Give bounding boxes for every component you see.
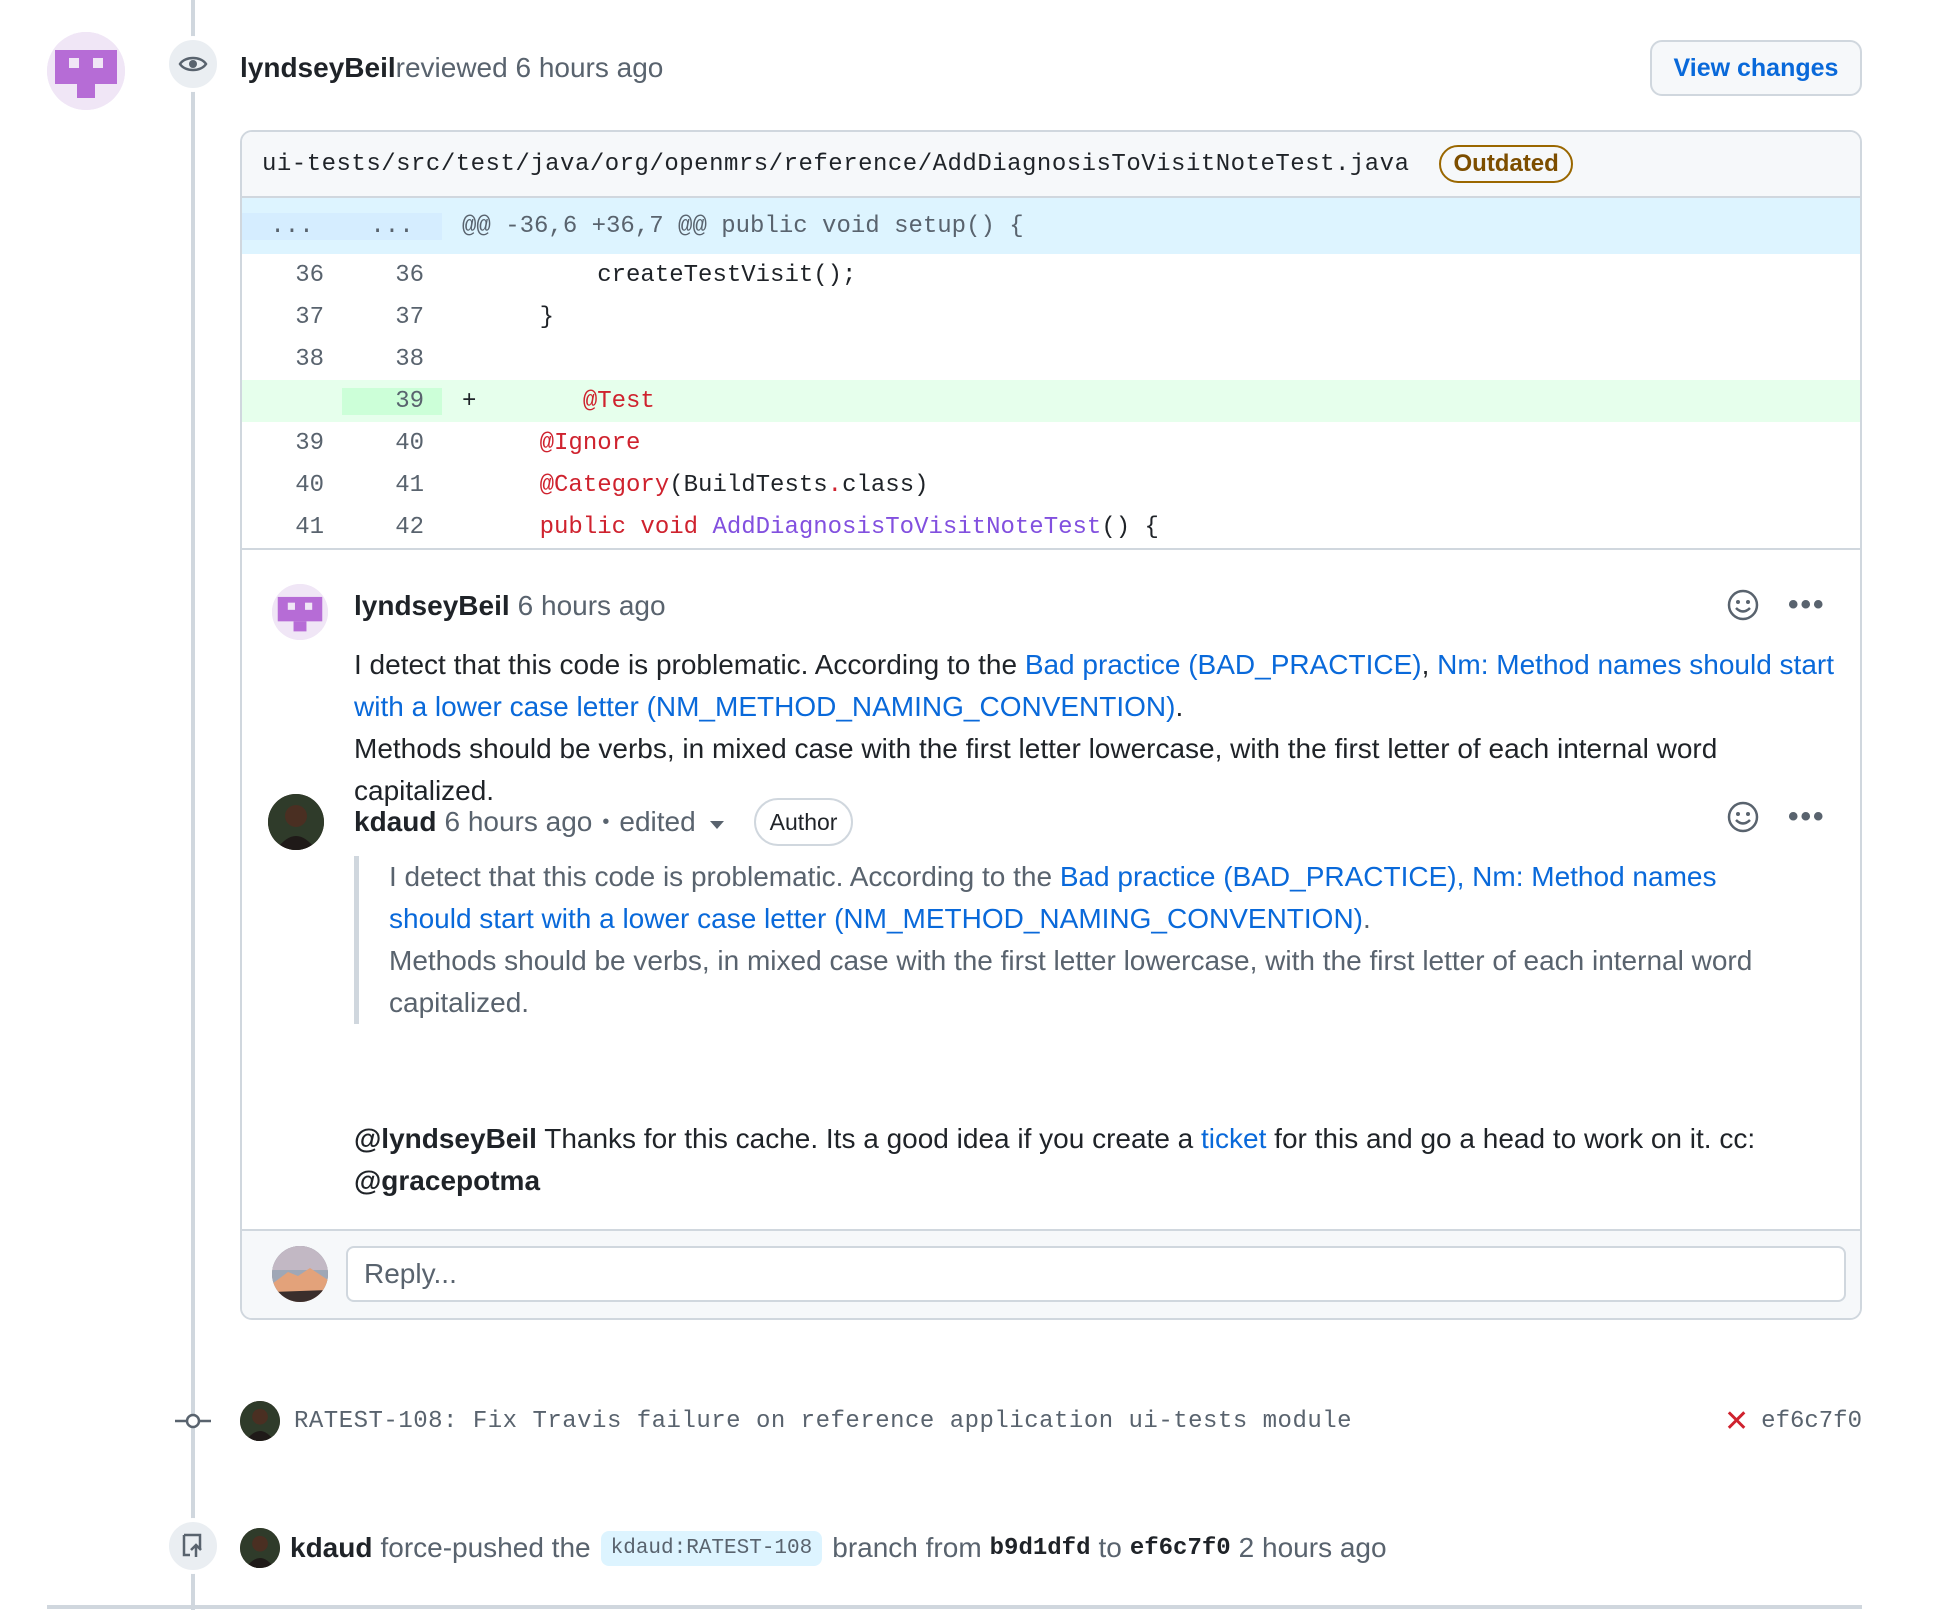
- timeline-divider: [47, 1605, 1862, 1609]
- code-text: createTestVisit();: [482, 261, 857, 289]
- code-text: }: [482, 303, 555, 331]
- line-marker: +: [462, 387, 477, 415]
- pusher-avatar[interactable]: [240, 1528, 280, 1568]
- to-sha[interactable]: ef6c7f0: [1130, 1535, 1231, 1562]
- more-options-icon[interactable]: •••: [1788, 590, 1826, 620]
- old-line-number[interactable]: 36: [242, 262, 342, 289]
- commit-author-avatar[interactable]: [240, 1401, 280, 1441]
- reply-bar: Reply...: [242, 1229, 1860, 1318]
- new-line-number[interactable]: 38: [342, 346, 442, 373]
- mention-link[interactable]: @lyndseyBeil: [354, 1123, 537, 1154]
- push-time[interactable]: 2 hours ago: [1239, 1532, 1387, 1564]
- comments-section: lyndseyBeil 6 hours ago ••• I detect that…: [242, 548, 1860, 1228]
- force-push-badge: [165, 1518, 221, 1574]
- diff-line: 40 41 @Category(BuildTests.class): [242, 464, 1860, 506]
- timeline-line: [191, 0, 195, 1610]
- review-author[interactable]: lyndseyBeil: [240, 52, 396, 83]
- reply-input[interactable]: Reply...: [346, 1246, 1846, 1302]
- failure-x-icon[interactable]: ✕: [1724, 1404, 1749, 1439]
- review-header: lyndseyBeilreviewed 6 hours ago: [240, 48, 663, 88]
- review-time[interactable]: 6 hours ago: [515, 52, 663, 83]
- commit-node: [165, 1393, 221, 1449]
- comment-time[interactable]: 6 hours ago: [444, 802, 592, 842]
- comment-author[interactable]: lyndseyBeil: [354, 586, 510, 626]
- git-commit-icon: [175, 1413, 211, 1429]
- new-line-number[interactable]: 42: [342, 514, 442, 541]
- more-options-icon[interactable]: •••: [1788, 802, 1826, 832]
- file-path[interactable]: ui-tests/src/test/java/org/openmrs/refer…: [262, 151, 1409, 178]
- from-sha[interactable]: b9d1dfd: [990, 1535, 1091, 1562]
- comment-avatar[interactable]: [268, 794, 324, 850]
- mention-link[interactable]: @gracepotma: [354, 1165, 540, 1196]
- code-text: @Ignore: [482, 429, 641, 457]
- diff-line: 37 37 }: [242, 296, 1860, 338]
- new-line-number[interactable]: 41: [342, 472, 442, 499]
- old-line-number[interactable]: 37: [242, 304, 342, 331]
- author-badge: Author: [753, 798, 854, 846]
- outdated-badge: Outdated: [1439, 145, 1573, 183]
- old-line-number[interactable]: 39: [242, 430, 342, 457]
- diff-line: 41 42 public void AddDiagnosisToVisitNot…: [242, 506, 1860, 548]
- diff-line: 36 36 createTestVisit();: [242, 254, 1860, 296]
- user-photo-icon: [240, 1401, 280, 1441]
- identicon-icon: [272, 584, 328, 640]
- expand-down[interactable]: ...: [342, 212, 442, 240]
- file-header: ui-tests/src/test/java/org/openmrs/refer…: [242, 132, 1860, 198]
- comment-avatar[interactable]: [272, 584, 328, 640]
- diff-line-added: 39 + @Test: [242, 380, 1860, 422]
- diff-line: 39 40 @Ignore: [242, 422, 1860, 464]
- review-action: reviewed: [395, 52, 508, 83]
- repo-push-icon: [182, 1533, 202, 1557]
- commit-message[interactable]: RATEST-108: Fix Travis failure on refere…: [294, 1408, 1352, 1435]
- pusher-name[interactable]: kdaud: [290, 1532, 372, 1564]
- new-line-number[interactable]: 39: [342, 387, 442, 415]
- commit-sha[interactable]: ef6c7f0: [1761, 1408, 1862, 1435]
- current-user-avatar[interactable]: [272, 1246, 328, 1302]
- diff-line: 38 38: [242, 338, 1860, 380]
- code-text: @Test: [496, 387, 655, 415]
- separator-dot: •: [602, 811, 610, 833]
- chevron-down-icon[interactable]: [709, 821, 724, 829]
- user-photo-icon: [268, 794, 324, 850]
- branch-label[interactable]: kdaud:RATEST-108: [600, 1530, 823, 1566]
- edited-dropdown[interactable]: edited: [619, 802, 695, 842]
- old-line-number[interactable]: 38: [242, 346, 342, 373]
- old-line-number[interactable]: 40: [242, 472, 342, 499]
- expand-up[interactable]: ...: [242, 212, 342, 240]
- new-line-number[interactable]: 36: [342, 262, 442, 289]
- eye-icon: [178, 56, 208, 72]
- comment-body: @lyndseyBeil Thanks for this cache. Its …: [354, 1123, 1756, 1196]
- reviewer-avatar[interactable]: [47, 32, 125, 110]
- comment-time[interactable]: 6 hours ago: [518, 586, 666, 626]
- comment-header: kdaud 6 hours ago • edited Author: [354, 798, 854, 846]
- comment-actions: •••: [1726, 800, 1826, 834]
- review-thread: ui-tests/src/test/java/org/openmrs/refer…: [240, 130, 1862, 1320]
- comment-author[interactable]: kdaud: [354, 802, 436, 842]
- comment-header: lyndseyBeil 6 hours ago: [354, 586, 666, 626]
- hunk-header: @@ -36,6 +36,7 @@ public void setup() {: [462, 212, 1024, 240]
- review-event-badge: [165, 36, 221, 92]
- commit-row: RATEST-108: Fix Travis failure on refere…: [240, 1396, 1862, 1446]
- new-line-number[interactable]: 37: [342, 304, 442, 331]
- new-line-number[interactable]: 40: [342, 430, 442, 457]
- old-line-number[interactable]: 41: [242, 514, 342, 541]
- commit-status: ✕ ef6c7f0: [1724, 1404, 1862, 1439]
- ticket-link[interactable]: ticket: [1201, 1123, 1266, 1154]
- comment-actions: •••: [1726, 588, 1826, 622]
- force-push-row: kdaud force-pushed the kdaud:RATEST-108 …: [240, 1523, 1387, 1573]
- smiley-icon[interactable]: [1726, 588, 1760, 622]
- smiley-icon[interactable]: [1726, 800, 1760, 834]
- user-photo-icon: [272, 1246, 328, 1302]
- blockquote: I detect that this code is problematic. …: [354, 856, 1774, 1024]
- code-text: @Category(BuildTests.class): [482, 471, 929, 499]
- hunk-row: ... ... @@ -36,6 +36,7 @@ public void se…: [242, 198, 1860, 254]
- code-text: public void AddDiagnosisToVisitNoteTest(…: [482, 513, 1159, 541]
- diff-table: ... ... @@ -36,6 +36,7 @@ public void se…: [242, 198, 1860, 548]
- user-photo-icon: [240, 1528, 280, 1568]
- comment-body: I detect that this code is problematic. …: [354, 649, 1835, 806]
- view-changes-button[interactable]: View changes: [1650, 40, 1862, 96]
- bad-practice-link[interactable]: Bad practice (BAD_PRACTICE): [1025, 649, 1422, 680]
- identicon-icon: [47, 32, 125, 110]
